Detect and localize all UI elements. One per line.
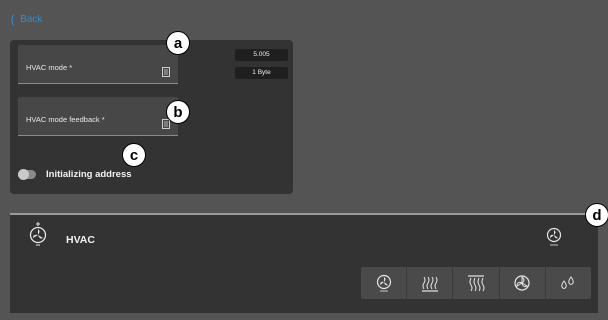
callout-d: d xyxy=(585,203,608,227)
hvac-card: HVAC xyxy=(10,215,598,313)
fan-icon xyxy=(29,222,47,246)
mode-auto-button[interactable] xyxy=(361,267,408,299)
datatype-tag: 1 Byte xyxy=(235,67,288,79)
cool-icon xyxy=(468,275,485,292)
address-tag: 5.005 xyxy=(235,49,288,61)
mode-dry-button[interactable] xyxy=(546,267,591,299)
dry-icon xyxy=(561,276,575,289)
mode-cool-button[interactable] xyxy=(453,267,500,299)
mode-heat-button[interactable] xyxy=(407,267,454,299)
document-icon[interactable] xyxy=(162,67,170,77)
callout-b: b xyxy=(166,100,190,124)
mode-fan-button[interactable] xyxy=(500,267,546,299)
fan-only-icon xyxy=(514,275,530,291)
initializing-address-label: Initializing address xyxy=(46,169,132,180)
back-button[interactable]: ⟨ Back xyxy=(10,13,42,26)
callout-c: c xyxy=(122,143,146,167)
callout-a: a xyxy=(166,31,190,55)
card-title: HVAC xyxy=(66,234,95,246)
auto-fan-icon xyxy=(376,274,391,292)
heat-icon xyxy=(421,276,438,292)
hvac-mode-feedback-label: HVAC mode feedback * xyxy=(26,115,105,124)
settings-panel: HVAC mode * 5.005 1 Byte HVAC mode feedb… xyxy=(10,40,293,194)
mode-selector xyxy=(361,267,591,299)
initializing-address-toggle[interactable] xyxy=(18,169,36,180)
back-label: Back xyxy=(20,14,43,25)
auto-fan-icon xyxy=(546,227,562,246)
chevron-left-icon: ⟨ xyxy=(10,12,16,27)
hvac-mode-label: HVAC mode * xyxy=(26,63,73,72)
hvac-mode-field[interactable]: HVAC mode * xyxy=(18,45,178,84)
hvac-mode-feedback-field[interactable]: HVAC mode feedback * xyxy=(18,97,178,136)
